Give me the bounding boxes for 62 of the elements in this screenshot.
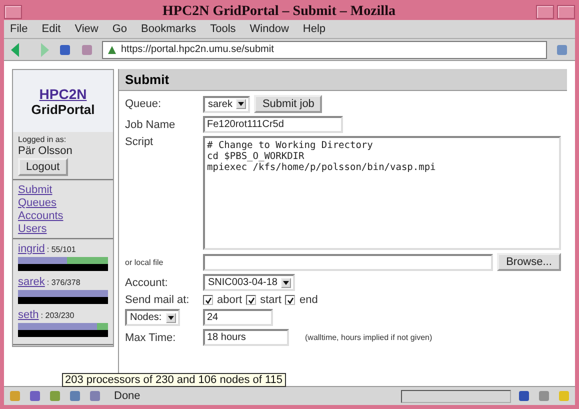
status-text: Done	[114, 390, 142, 402]
page-icon	[107, 44, 117, 54]
cluster-link[interactable]: ingrid	[18, 243, 45, 255]
logged-in-label: Logged in as:	[18, 135, 68, 144]
menu-item[interactable]: Tools	[210, 23, 236, 35]
nodes-select[interactable]: Nodes:	[125, 309, 180, 326]
menu-item[interactable]: View	[74, 23, 98, 35]
dropdown-arrow-icon[interactable]	[166, 312, 176, 322]
checkbox-label: end	[299, 294, 318, 306]
logout-button[interactable]: Logout	[18, 158, 68, 176]
menu-item[interactable]: Edit	[42, 23, 61, 35]
job-name-field[interactable]: Fe120rot111Cr5d	[203, 116, 343, 133]
send-mail-label: Send mail at:	[125, 294, 190, 306]
max-time-label: Max Time:	[125, 332, 177, 344]
close-button[interactable]	[557, 4, 575, 18]
logo-subtitle: GridPortal	[31, 102, 95, 116]
local-file-label: or local file	[125, 258, 164, 266]
cluster-usage: : 376/378	[46, 278, 80, 287]
menu-item[interactable]: Window	[250, 23, 289, 35]
mail-checkbox[interactable]	[285, 295, 296, 305]
menu-item[interactable]: File	[10, 23, 28, 35]
max-time-field[interactable]: 18 hours	[203, 329, 289, 346]
local-file-field[interactable]	[203, 254, 493, 270]
queue-label: Queue:	[125, 98, 162, 110]
menu-item[interactable]: Go	[112, 23, 128, 35]
user-name: Pär Olsson	[18, 145, 74, 157]
mail-checkbox[interactable]	[203, 295, 213, 305]
max-time-hint: (walltime, hours implied if not given)	[305, 333, 432, 342]
tooltip: 203 processors of 230 and 106 nodes of 115	[62, 373, 286, 387]
menu-item[interactable]: Help	[302, 23, 326, 35]
job-name-label: Job Name	[125, 118, 176, 130]
checkbox-label: abort	[217, 294, 242, 306]
nodes-field[interactable]: 24	[203, 309, 273, 326]
checkbox-label: start	[260, 294, 282, 306]
mail-checkbox[interactable]	[246, 295, 256, 305]
nav-link[interactable]: Queues	[18, 197, 108, 209]
cluster-usage: : 203/230	[40, 311, 74, 320]
nav-link[interactable]: Submit	[18, 184, 108, 196]
submit-job-button[interactable]: Submit job	[254, 95, 322, 113]
window-title: HPC2N GridPortal – Submit – Mozilla	[162, 4, 396, 20]
checkmark-icon	[204, 296, 212, 304]
cluster-usage: : 55/101	[46, 245, 76, 254]
checkmark-icon	[248, 296, 255, 304]
page-heading: Submit	[119, 69, 567, 91]
browse-button[interactable]: Browse...	[497, 253, 561, 271]
cluster-link[interactable]: sarek	[18, 276, 45, 288]
window-menu-button[interactable]	[4, 4, 22, 18]
account-label: Account:	[125, 276, 169, 288]
account-select[interactable]: SNIC003-04-18	[203, 274, 296, 291]
menu-item[interactable]: Bookmarks	[141, 23, 196, 35]
script-field[interactable]: # Change to Working Directory cd $PBS_O_WORKDIR mpiexec /kfs/home/p/polsson/bin/vasp.mpi	[203, 136, 561, 250]
address-field[interactable]: https://portal.hpc2n.umu.se/submit	[102, 40, 547, 58]
dropdown-arrow-icon[interactable]	[281, 278, 292, 288]
cluster-link[interactable]: seth	[18, 309, 39, 321]
logo-title[interactable]: HPC2N	[39, 86, 87, 102]
script-label: Script	[125, 136, 154, 148]
nav-link[interactable]: Users	[18, 223, 108, 235]
checkmark-icon	[286, 296, 294, 304]
nav-link[interactable]: Accounts	[18, 210, 108, 222]
dropdown-arrow-icon[interactable]	[236, 99, 246, 109]
maximize-button[interactable]	[536, 4, 554, 18]
queue-select[interactable]: sarek	[203, 96, 250, 112]
